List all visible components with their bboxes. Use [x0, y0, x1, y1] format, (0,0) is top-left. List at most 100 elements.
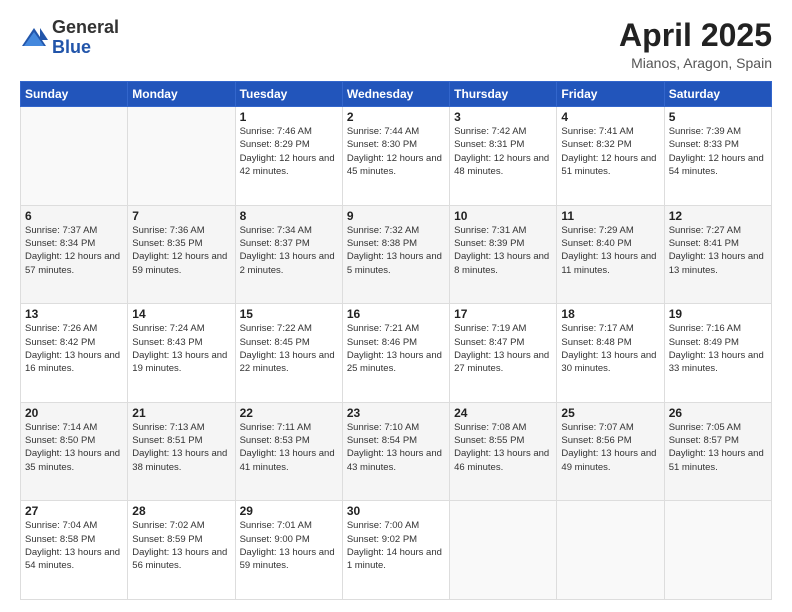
day-number: 29 [240, 504, 338, 518]
logo-blue: Blue [52, 37, 91, 57]
day-info: Sunrise: 7:05 AMSunset: 8:57 PMDaylight:… [669, 422, 764, 473]
calendar-cell: 23 Sunrise: 7:10 AMSunset: 8:54 PMDaylig… [342, 402, 449, 501]
calendar-cell: 30 Sunrise: 7:00 AMSunset: 9:02 PMDaylig… [342, 501, 449, 600]
calendar-table: SundayMondayTuesdayWednesdayThursdayFrid… [20, 81, 772, 600]
day-number: 10 [454, 209, 552, 223]
day-number: 5 [669, 110, 767, 124]
day-number: 13 [25, 307, 123, 321]
day-number: 24 [454, 406, 552, 420]
col-header-thursday: Thursday [450, 82, 557, 107]
calendar-cell [21, 107, 128, 206]
day-info: Sunrise: 7:22 AMSunset: 8:45 PMDaylight:… [240, 323, 335, 374]
calendar-cell: 10 Sunrise: 7:31 AMSunset: 8:39 PMDaylig… [450, 205, 557, 304]
calendar-cell: 26 Sunrise: 7:05 AMSunset: 8:57 PMDaylig… [664, 402, 771, 501]
col-header-friday: Friday [557, 82, 664, 107]
calendar-cell: 13 Sunrise: 7:26 AMSunset: 8:42 PMDaylig… [21, 304, 128, 403]
logo-general: General [52, 17, 119, 37]
calendar-cell: 11 Sunrise: 7:29 AMSunset: 8:40 PMDaylig… [557, 205, 664, 304]
day-info: Sunrise: 7:24 AMSunset: 8:43 PMDaylight:… [132, 323, 227, 374]
day-info: Sunrise: 7:29 AMSunset: 8:40 PMDaylight:… [561, 225, 656, 276]
day-info: Sunrise: 7:27 AMSunset: 8:41 PMDaylight:… [669, 225, 764, 276]
day-info: Sunrise: 7:21 AMSunset: 8:46 PMDaylight:… [347, 323, 442, 374]
calendar-cell: 17 Sunrise: 7:19 AMSunset: 8:47 PMDaylig… [450, 304, 557, 403]
day-info: Sunrise: 7:01 AMSunset: 9:00 PMDaylight:… [240, 520, 335, 571]
day-number: 14 [132, 307, 230, 321]
day-number: 16 [347, 307, 445, 321]
day-info: Sunrise: 7:39 AMSunset: 8:33 PMDaylight:… [669, 126, 764, 177]
logo: General Blue [20, 18, 119, 58]
day-info: Sunrise: 7:17 AMSunset: 8:48 PMDaylight:… [561, 323, 656, 374]
day-number: 26 [669, 406, 767, 420]
day-info: Sunrise: 7:10 AMSunset: 8:54 PMDaylight:… [347, 422, 442, 473]
calendar-cell: 24 Sunrise: 7:08 AMSunset: 8:55 PMDaylig… [450, 402, 557, 501]
day-number: 28 [132, 504, 230, 518]
day-number: 15 [240, 307, 338, 321]
calendar-cell [557, 501, 664, 600]
calendar-cell: 12 Sunrise: 7:27 AMSunset: 8:41 PMDaylig… [664, 205, 771, 304]
day-info: Sunrise: 7:16 AMSunset: 8:49 PMDaylight:… [669, 323, 764, 374]
calendar-week-0: 1 Sunrise: 7:46 AMSunset: 8:29 PMDayligh… [21, 107, 772, 206]
day-number: 4 [561, 110, 659, 124]
day-info: Sunrise: 7:14 AMSunset: 8:50 PMDaylight:… [25, 422, 120, 473]
day-info: Sunrise: 7:04 AMSunset: 8:58 PMDaylight:… [25, 520, 120, 571]
calendar-cell: 15 Sunrise: 7:22 AMSunset: 8:45 PMDaylig… [235, 304, 342, 403]
col-header-saturday: Saturday [664, 82, 771, 107]
calendar-cell: 28 Sunrise: 7:02 AMSunset: 8:59 PMDaylig… [128, 501, 235, 600]
day-number: 2 [347, 110, 445, 124]
col-header-sunday: Sunday [21, 82, 128, 107]
calendar-cell: 20 Sunrise: 7:14 AMSunset: 8:50 PMDaylig… [21, 402, 128, 501]
main-title: April 2025 [619, 18, 772, 53]
calendar-cell: 19 Sunrise: 7:16 AMSunset: 8:49 PMDaylig… [664, 304, 771, 403]
col-header-wednesday: Wednesday [342, 82, 449, 107]
day-info: Sunrise: 7:44 AMSunset: 8:30 PMDaylight:… [347, 126, 442, 177]
logo-text: General Blue [52, 18, 119, 58]
calendar-week-4: 27 Sunrise: 7:04 AMSunset: 8:58 PMDaylig… [21, 501, 772, 600]
calendar-cell: 4 Sunrise: 7:41 AMSunset: 8:32 PMDayligh… [557, 107, 664, 206]
day-number: 25 [561, 406, 659, 420]
calendar-cell: 7 Sunrise: 7:36 AMSunset: 8:35 PMDayligh… [128, 205, 235, 304]
day-number: 11 [561, 209, 659, 223]
calendar-cell: 18 Sunrise: 7:17 AMSunset: 8:48 PMDaylig… [557, 304, 664, 403]
col-header-monday: Monday [128, 82, 235, 107]
calendar-week-1: 6 Sunrise: 7:37 AMSunset: 8:34 PMDayligh… [21, 205, 772, 304]
calendar-week-3: 20 Sunrise: 7:14 AMSunset: 8:50 PMDaylig… [21, 402, 772, 501]
col-header-tuesday: Tuesday [235, 82, 342, 107]
day-number: 19 [669, 307, 767, 321]
day-info: Sunrise: 7:00 AMSunset: 9:02 PMDaylight:… [347, 520, 442, 571]
day-number: 22 [240, 406, 338, 420]
day-number: 20 [25, 406, 123, 420]
calendar-cell: 27 Sunrise: 7:04 AMSunset: 8:58 PMDaylig… [21, 501, 128, 600]
day-number: 17 [454, 307, 552, 321]
day-number: 7 [132, 209, 230, 223]
calendar-cell: 25 Sunrise: 7:07 AMSunset: 8:56 PMDaylig… [557, 402, 664, 501]
day-info: Sunrise: 7:37 AMSunset: 8:34 PMDaylight:… [25, 225, 120, 276]
calendar-header-row: SundayMondayTuesdayWednesdayThursdayFrid… [21, 82, 772, 107]
day-info: Sunrise: 7:02 AMSunset: 8:59 PMDaylight:… [132, 520, 227, 571]
calendar-cell: 9 Sunrise: 7:32 AMSunset: 8:38 PMDayligh… [342, 205, 449, 304]
page: General Blue April 2025 Mianos, Aragon, … [0, 0, 792, 612]
day-number: 8 [240, 209, 338, 223]
day-info: Sunrise: 7:11 AMSunset: 8:53 PMDaylight:… [240, 422, 335, 473]
calendar-cell: 8 Sunrise: 7:34 AMSunset: 8:37 PMDayligh… [235, 205, 342, 304]
day-info: Sunrise: 7:13 AMSunset: 8:51 PMDaylight:… [132, 422, 227, 473]
day-info: Sunrise: 7:41 AMSunset: 8:32 PMDaylight:… [561, 126, 656, 177]
day-info: Sunrise: 7:42 AMSunset: 8:31 PMDaylight:… [454, 126, 549, 177]
day-number: 3 [454, 110, 552, 124]
day-info: Sunrise: 7:32 AMSunset: 8:38 PMDaylight:… [347, 225, 442, 276]
day-number: 9 [347, 209, 445, 223]
day-info: Sunrise: 7:26 AMSunset: 8:42 PMDaylight:… [25, 323, 120, 374]
day-info: Sunrise: 7:34 AMSunset: 8:37 PMDaylight:… [240, 225, 335, 276]
day-info: Sunrise: 7:08 AMSunset: 8:55 PMDaylight:… [454, 422, 549, 473]
calendar-cell: 1 Sunrise: 7:46 AMSunset: 8:29 PMDayligh… [235, 107, 342, 206]
calendar-cell: 16 Sunrise: 7:21 AMSunset: 8:46 PMDaylig… [342, 304, 449, 403]
day-info: Sunrise: 7:07 AMSunset: 8:56 PMDaylight:… [561, 422, 656, 473]
day-info: Sunrise: 7:46 AMSunset: 8:29 PMDaylight:… [240, 126, 335, 177]
subtitle: Mianos, Aragon, Spain [619, 55, 772, 71]
day-number: 12 [669, 209, 767, 223]
calendar-cell: 3 Sunrise: 7:42 AMSunset: 8:31 PMDayligh… [450, 107, 557, 206]
day-number: 18 [561, 307, 659, 321]
calendar-cell: 14 Sunrise: 7:24 AMSunset: 8:43 PMDaylig… [128, 304, 235, 403]
calendar-cell: 6 Sunrise: 7:37 AMSunset: 8:34 PMDayligh… [21, 205, 128, 304]
day-info: Sunrise: 7:31 AMSunset: 8:39 PMDaylight:… [454, 225, 549, 276]
day-number: 23 [347, 406, 445, 420]
